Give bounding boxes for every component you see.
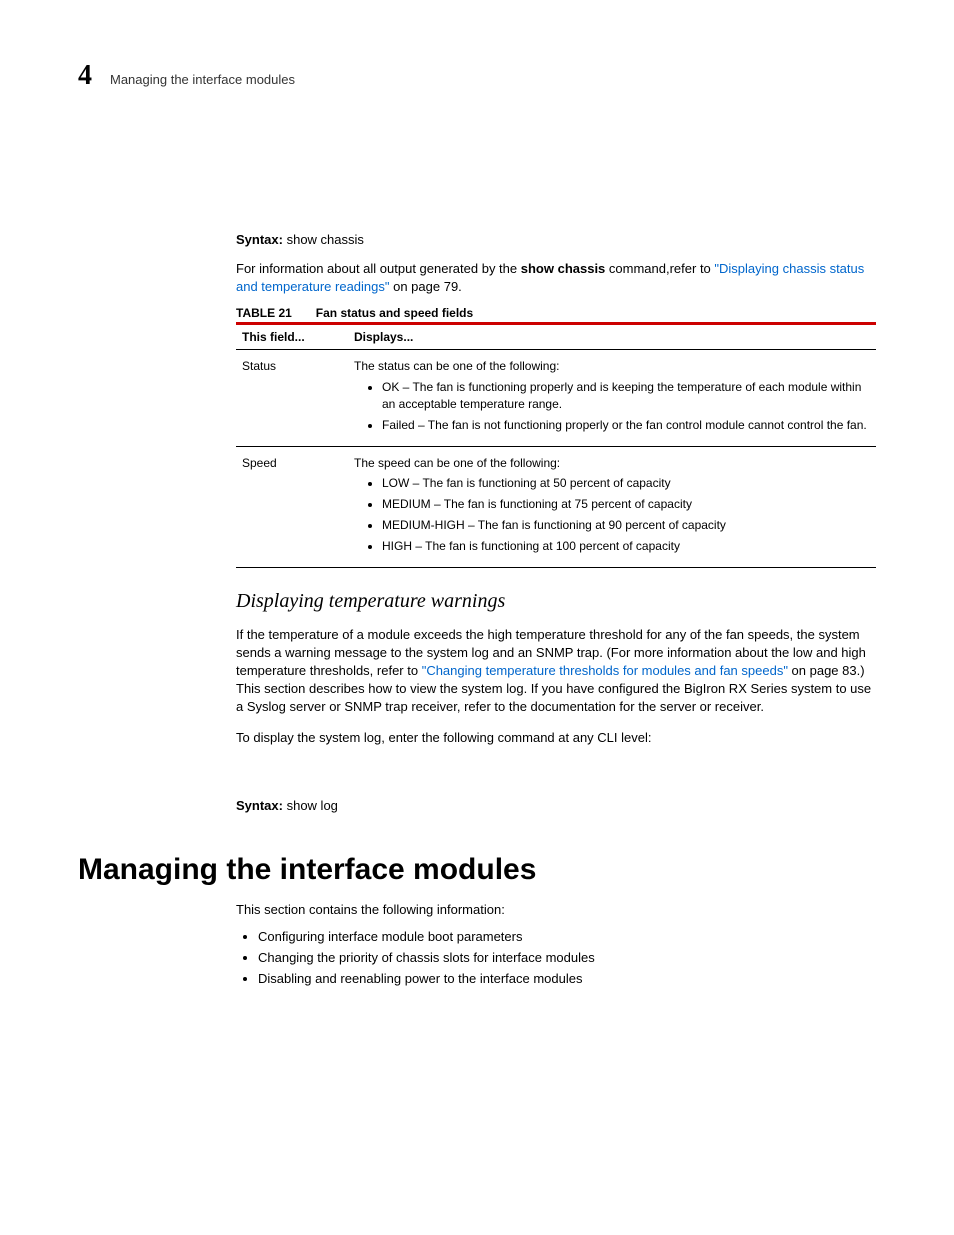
section-contents-list: Configuring interface module boot parame… bbox=[236, 929, 876, 986]
list-item: Failed – The fan is not functioning prop… bbox=[382, 417, 870, 434]
list-item: MEDIUM-HIGH – The fan is functioning at … bbox=[382, 517, 870, 534]
intro-paragraph: For information about all output generat… bbox=[236, 260, 876, 296]
list-item: HIGH – The fan is functioning at 100 per… bbox=[382, 538, 870, 555]
link-changing-temperature-thresholds[interactable]: "Changing temperature thresholds for mod… bbox=[422, 663, 788, 678]
syntax-line-1: Syntax: show chassis bbox=[236, 232, 876, 247]
table-row: Status The status can be one of the foll… bbox=[236, 350, 876, 446]
syntax-command: show chassis bbox=[287, 232, 364, 247]
table-number: TABLE 21 bbox=[236, 306, 292, 320]
subheading-temperature-warnings: Displaying temperature warnings bbox=[236, 590, 876, 613]
syntax-label: Syntax: bbox=[236, 798, 283, 813]
syntax-command: show log bbox=[287, 798, 338, 813]
list-item: Disabling and reenabling power to the in… bbox=[258, 971, 876, 986]
list-item: LOW – The fan is functioning at 50 perce… bbox=[382, 475, 870, 492]
section-heading-managing-interface-modules: Managing the interface modules bbox=[78, 853, 876, 887]
syntax-line-2: Syntax: show log bbox=[236, 798, 876, 813]
table-caption: TABLE 21 Fan status and speed fields bbox=[236, 306, 876, 320]
list-item: Changing the priority of chassis slots f… bbox=[258, 950, 876, 965]
warning-paragraph: If the temperature of a module exceeds t… bbox=[236, 626, 876, 717]
cell-field: Status bbox=[236, 350, 348, 446]
list-item: Configuring interface module boot parame… bbox=[258, 929, 876, 944]
cell-displays: The status can be one of the following: … bbox=[348, 350, 876, 446]
syntax-label: Syntax: bbox=[236, 232, 283, 247]
display-log-paragraph: To display the system log, enter the fol… bbox=[236, 729, 876, 747]
table-title: Fan status and speed fields bbox=[316, 306, 473, 320]
table-row: Speed The speed can be one of the follow… bbox=[236, 446, 876, 567]
cell-displays: The speed can be one of the following: L… bbox=[348, 446, 876, 567]
running-header-title: Managing the interface modules bbox=[110, 72, 295, 87]
list-item: MEDIUM – The fan is functioning at 75 pe… bbox=[382, 496, 870, 513]
list-item: OK – The fan is functioning properly and… bbox=[382, 379, 870, 413]
cell-field: Speed bbox=[236, 446, 348, 567]
fan-status-table: This field... Displays... Status The sta… bbox=[236, 322, 876, 567]
table-header-displays: Displays... bbox=[348, 324, 876, 350]
command-inline: show chassis bbox=[521, 261, 606, 276]
table-header-field: This field... bbox=[236, 324, 348, 350]
chapter-number: 4 bbox=[78, 60, 92, 92]
section-intro: This section contains the following info… bbox=[236, 901, 876, 919]
page-header: 4 Managing the interface modules bbox=[78, 60, 876, 92]
